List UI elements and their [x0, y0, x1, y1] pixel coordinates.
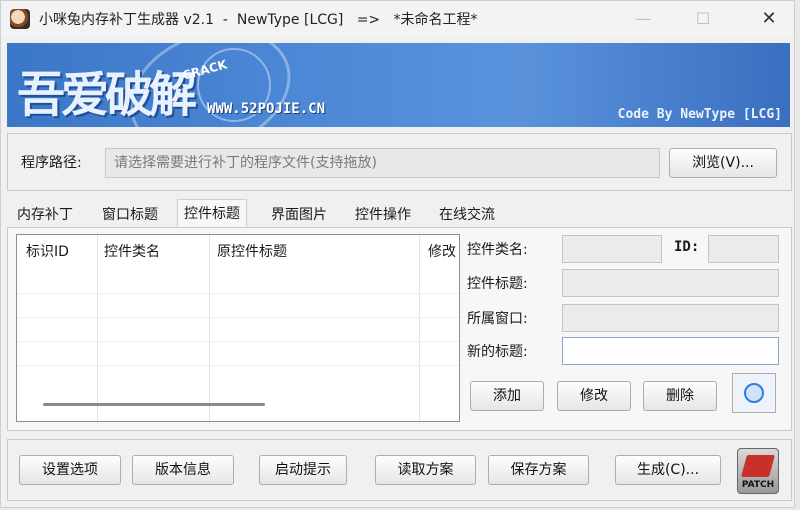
tab-ui-image[interactable]: 界面图片	[269, 203, 329, 227]
close-button[interactable]: ✕	[751, 7, 787, 31]
class-field	[562, 235, 662, 263]
modify-button[interactable]: 修改	[557, 381, 631, 411]
banner-credit: Code By NewType [LCG]	[617, 107, 782, 122]
column-header-modify[interactable]: 修改	[428, 235, 456, 269]
control-title-field	[562, 269, 779, 297]
new-title-label: 新的标题:	[467, 344, 528, 360]
title-bar: 小咪兔内存补丁生成器 v2.1 - NewType [LCG] => *未命名工…	[1, 1, 794, 37]
list-grid-line	[17, 341, 459, 342]
patch-label: PATCH	[741, 480, 775, 490]
control-list[interactable]: 标识ID 控件类名 原控件标题 修改	[16, 234, 460, 422]
rabbit-icon	[10, 9, 30, 29]
add-button[interactable]: 添加	[470, 381, 544, 411]
load-scheme-button[interactable]: 读取方案	[375, 455, 476, 485]
horizontal-scrollbar[interactable]	[43, 403, 265, 406]
maximize-button[interactable]: ☐	[685, 7, 721, 31]
tab-control-title[interactable]: 控件标题	[177, 199, 247, 228]
generate-button[interactable]: 生成(C)...	[615, 455, 721, 485]
id-field	[708, 235, 779, 263]
settings-button[interactable]: 设置选项	[19, 455, 121, 485]
path-label: 程序路径:	[21, 155, 82, 171]
delete-button[interactable]: 删除	[643, 381, 717, 411]
list-grid-line	[17, 293, 459, 294]
column-header-id[interactable]: 标识ID	[26, 235, 69, 269]
column-header-class[interactable]: 控件类名	[104, 235, 160, 269]
window-field	[562, 304, 779, 332]
tab-window-title[interactable]: 窗口标题	[100, 203, 160, 227]
banner: 吾爱破解 CRACK WWW.52POJIE.CN Code By NewTyp…	[7, 43, 790, 127]
banner-logo: 吾爱破解	[17, 67, 197, 123]
tab-online-chat[interactable]: 在线交流	[437, 203, 497, 227]
class-label: 控件类名:	[467, 242, 528, 258]
online-button[interactable]	[732, 373, 776, 413]
patch-pen-icon[interactable]: PATCH	[737, 448, 779, 494]
version-button[interactable]: 版本信息	[132, 455, 234, 485]
tab-control-action[interactable]: 控件操作	[353, 203, 413, 227]
app-window: 小咪兔内存补丁生成器 v2.1 - NewType [LCG] => *未命名工…	[0, 0, 795, 508]
window-title: 小咪兔内存补丁生成器 v2.1 - NewType [LCG] => *未命名工…	[39, 12, 478, 28]
banner-url: WWW.52POJIE.CN	[207, 101, 326, 117]
list-grid-line	[17, 365, 459, 366]
globe-icon	[744, 383, 764, 403]
browse-button[interactable]: 浏览(V)...	[669, 148, 777, 178]
startup-tip-button[interactable]: 启动提示	[259, 455, 347, 485]
window-label: 所属窗口:	[467, 311, 528, 327]
pen-shape	[741, 455, 775, 477]
id-label: ID:	[674, 239, 700, 255]
control-title-label: 控件标题:	[467, 276, 528, 292]
minimize-button[interactable]: —	[625, 7, 661, 31]
column-header-original-title[interactable]: 原控件标题	[217, 235, 287, 269]
save-scheme-button[interactable]: 保存方案	[488, 455, 589, 485]
list-grid-line	[17, 317, 459, 318]
path-input[interactable]: 请选择需要进行补丁的程序文件(支持拖放)	[105, 148, 660, 178]
tab-memory-patch[interactable]: 内存补丁	[15, 203, 75, 227]
new-title-input[interactable]	[562, 337, 779, 365]
path-group: 程序路径: 请选择需要进行补丁的程序文件(支持拖放) 浏览(V)...	[7, 133, 792, 191]
